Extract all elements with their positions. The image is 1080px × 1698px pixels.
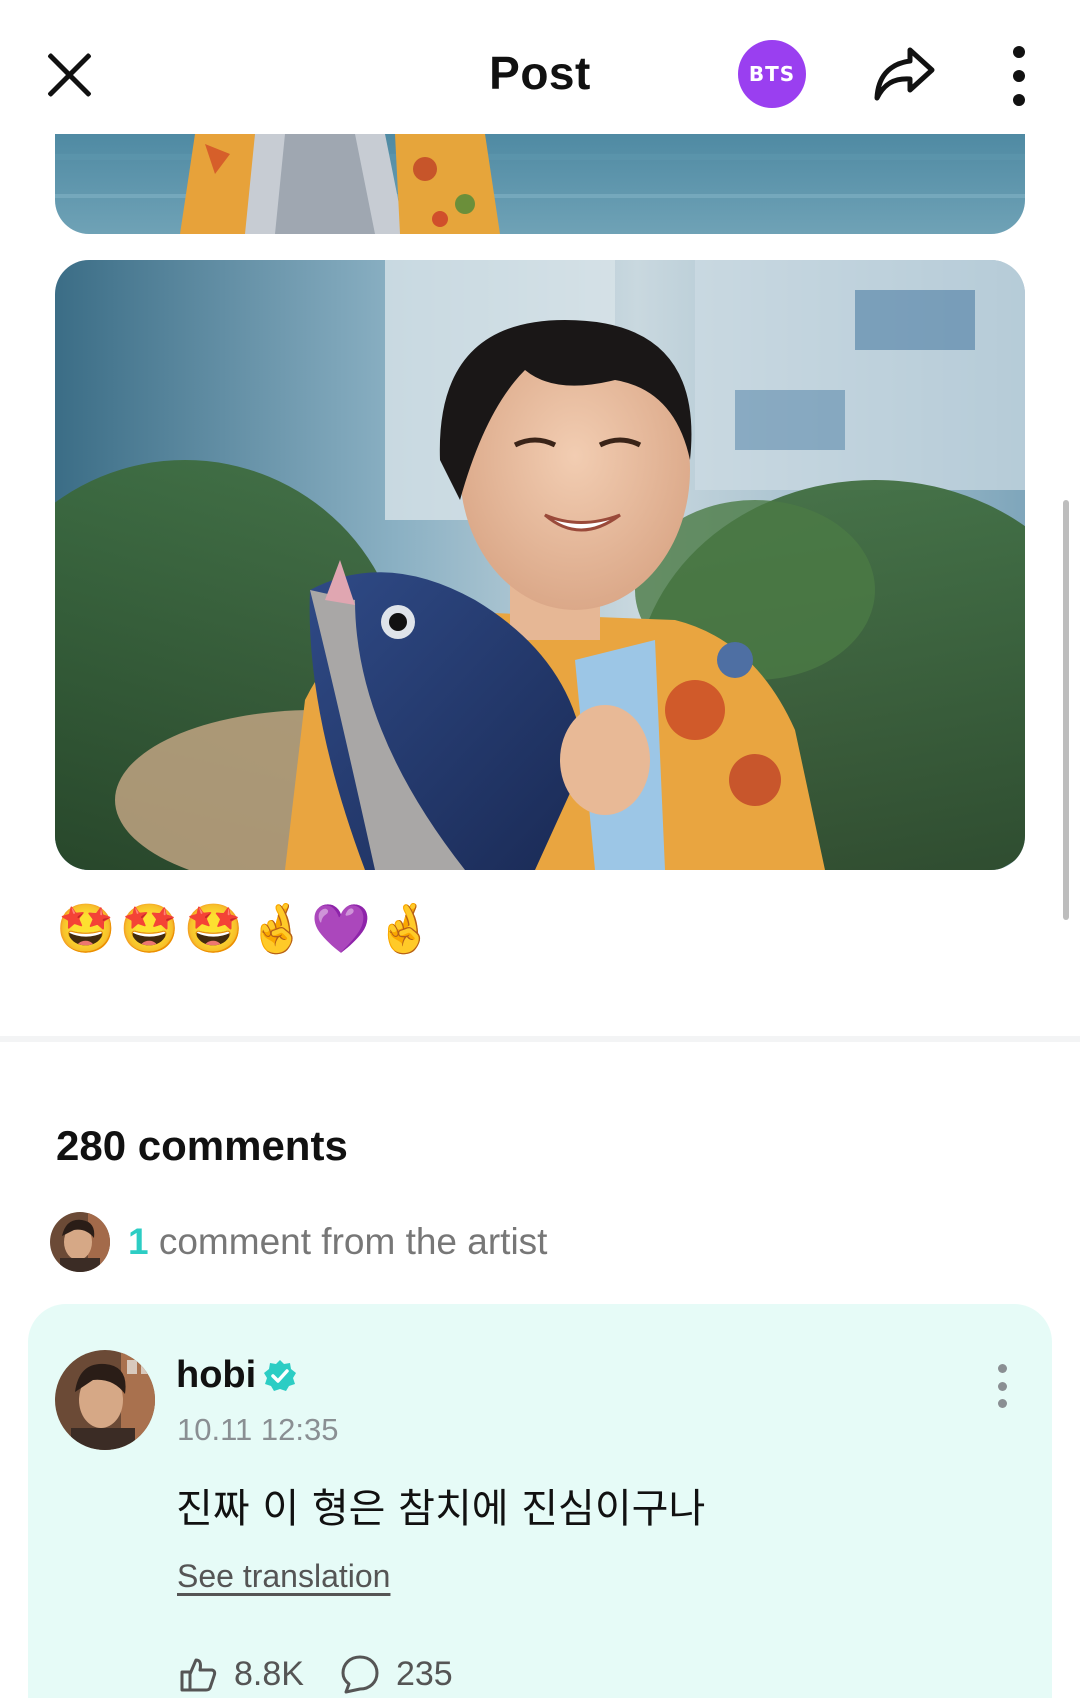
comment-username[interactable]: hobi [176, 1354, 298, 1397]
reply-button[interactable]: 235 [338, 1652, 453, 1696]
artist-comment-card: hobi 10.11 12:35 진짜 이 형은 참치에 진심이구나 See t… [28, 1304, 1052, 1698]
comment-text: 진짜 이 형은 참치에 진심이구나 [176, 1486, 706, 1532]
top-bar: Post BTS [0, 0, 1080, 134]
comment-timestamp: 10.11 12:35 [177, 1412, 339, 1447]
share-icon[interactable] [872, 44, 936, 104]
username-text: hobi [176, 1354, 257, 1396]
post-caption-emojis: 🤩🤩🤩🤞💜🤞 [56, 901, 439, 957]
artist-comment-label: 1 comment from the artist [128, 1221, 547, 1263]
like-count: 8.8K [234, 1654, 304, 1693]
artist-comment-count: 1 [128, 1221, 149, 1262]
avatar [50, 1212, 110, 1272]
section-divider [0, 1036, 1080, 1042]
community-badge[interactable]: BTS [738, 40, 806, 108]
comment-actions: 8.8K 235 [176, 1652, 487, 1696]
reply-bubble-icon [341, 1655, 379, 1694]
avatar[interactable] [55, 1350, 155, 1450]
more-vertical-icon[interactable] [1005, 46, 1033, 106]
comments-count: 280 comments [56, 1122, 348, 1169]
reply-count: 235 [395, 1654, 453, 1693]
more-vertical-icon[interactable] [995, 1364, 1009, 1408]
post-image-main[interactable] [55, 260, 1025, 870]
verified-badge-icon [264, 1359, 297, 1391]
scrollbar[interactable] [1063, 500, 1069, 920]
like-button[interactable]: 8.8K [176, 1652, 304, 1696]
post-image-top[interactable] [55, 134, 1025, 234]
like-icon [180, 1658, 217, 1692]
artist-comment-text: comment from the artist [148, 1221, 548, 1262]
artist-comments-filter[interactable]: 1 comment from the artist [50, 1212, 547, 1272]
see-translation-link[interactable]: See translation [177, 1558, 390, 1595]
